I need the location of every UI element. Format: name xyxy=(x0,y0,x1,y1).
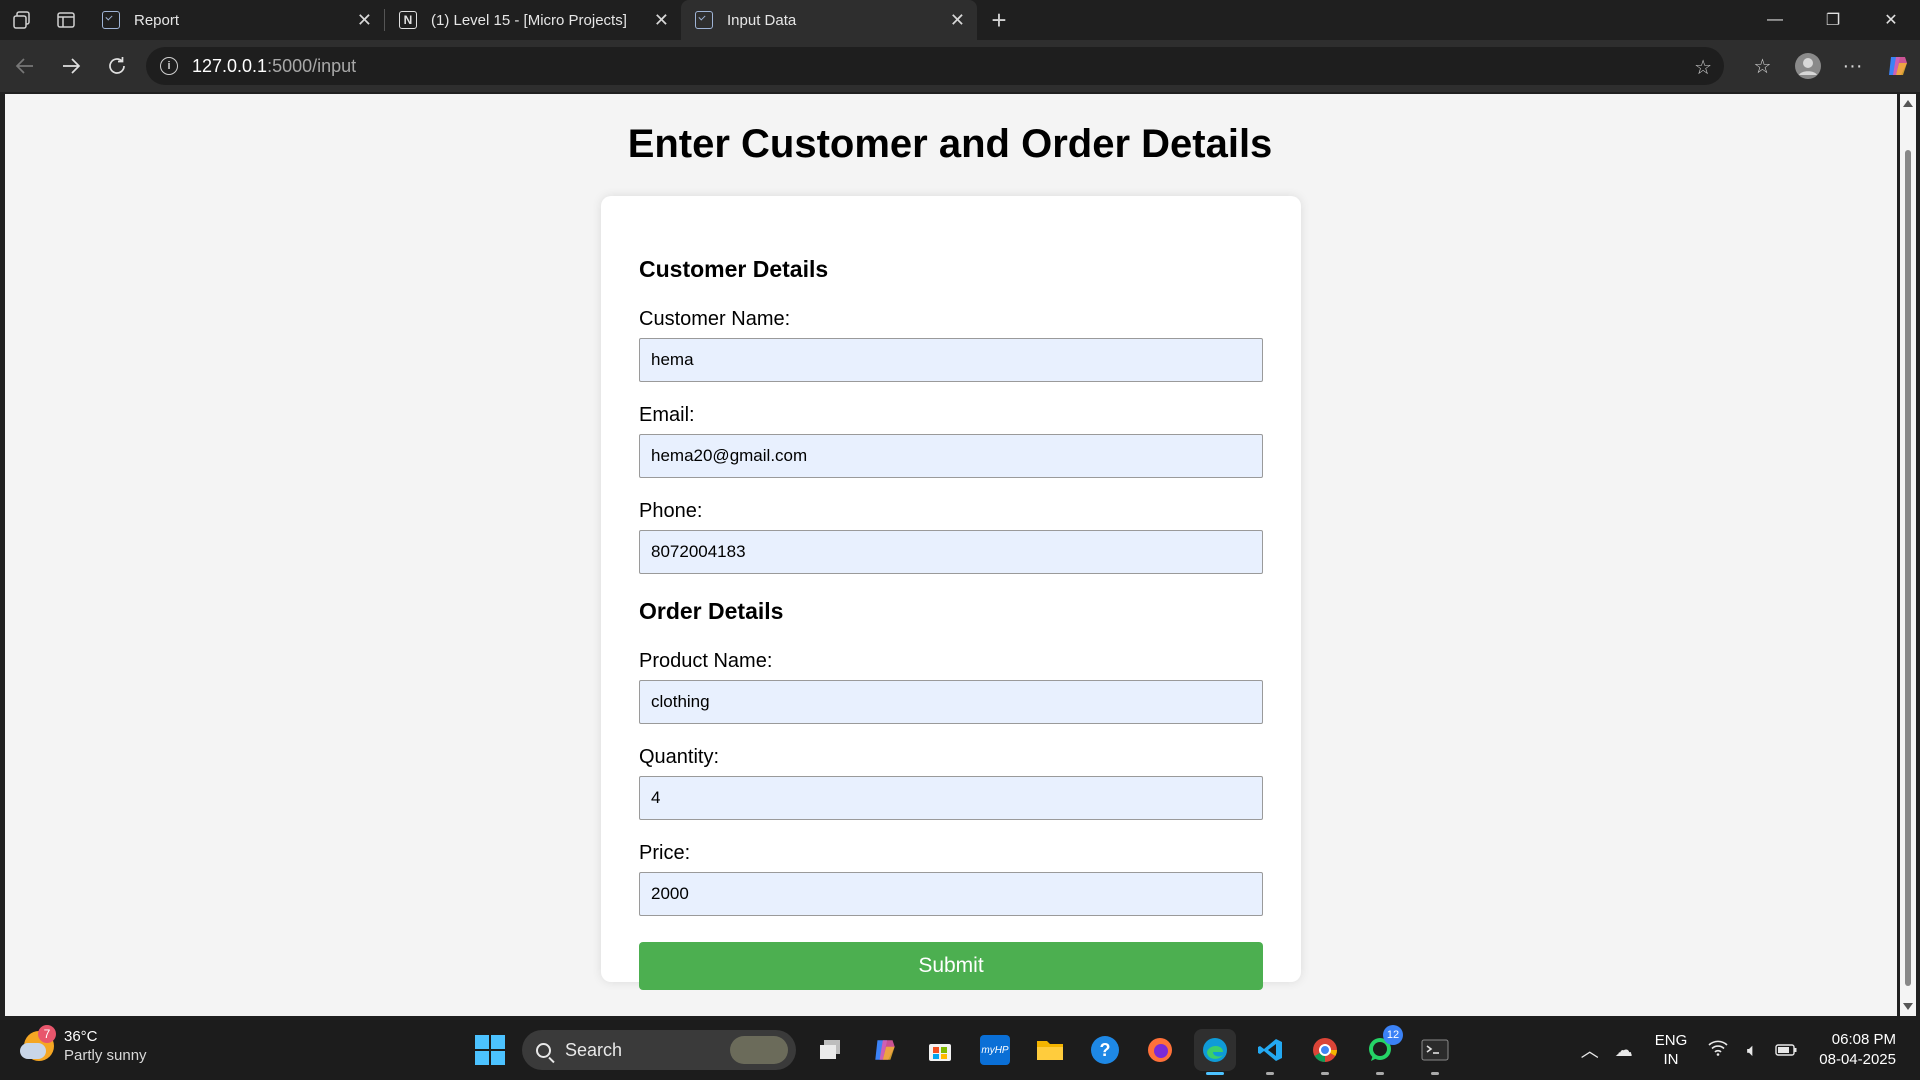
tab-report[interactable]: Report ✕ xyxy=(88,0,384,40)
quantity-label: Quantity: xyxy=(639,746,720,768)
partly-sunny-icon: 7 xyxy=(20,1025,56,1061)
terminal-icon xyxy=(102,11,120,29)
close-icon[interactable]: ✕ xyxy=(950,10,965,31)
microsoft-store-icon[interactable] xyxy=(919,1029,961,1071)
customer-name-input[interactable] xyxy=(639,338,1263,382)
url-host: 127.0.0.1 xyxy=(192,55,268,76)
weather-badge: 7 xyxy=(38,1025,56,1043)
clock[interactable]: 06:08 PM 08-04-2025 xyxy=(1819,1030,1896,1070)
wifi-icon[interactable] xyxy=(1701,1040,1735,1061)
phone-label: Phone: xyxy=(639,500,703,522)
favorite-star-icon[interactable]: ☆ xyxy=(1694,55,1712,80)
temperature: 36°C xyxy=(64,1028,98,1045)
chevron-up-icon[interactable]: ︿ xyxy=(1573,1037,1607,1063)
task-view-icon[interactable] xyxy=(809,1029,851,1071)
browser-titlebar: Report ✕ N (1) Level 15 - [Micro Project… xyxy=(0,0,1920,40)
page-title: Enter Customer and Order Details xyxy=(627,122,1273,166)
page-viewport: Enter Customer and Order Details Custome… xyxy=(5,94,1897,1016)
language-indicator[interactable]: ENG IN xyxy=(1655,1031,1688,1069)
whatsapp-icon[interactable]: 12 xyxy=(1359,1025,1403,1075)
favorites-icon[interactable]: ☆ xyxy=(1740,46,1785,86)
page-scrollbar[interactable] xyxy=(1900,94,1916,1016)
scrollbar-thumb[interactable] xyxy=(1905,150,1911,986)
refresh-icon[interactable] xyxy=(94,46,140,86)
site-info-icon[interactable]: i xyxy=(160,57,178,75)
tab-title: (1) Level 15 - [Micro Projects] xyxy=(431,11,627,29)
order-section-title: Order Details xyxy=(639,598,784,624)
search-label: Search xyxy=(565,1039,623,1060)
product-name-label: Product Name: xyxy=(639,650,773,672)
address-toolbar: i 127.0.0.1:5000/input ☆ ☆ ··· xyxy=(0,40,1920,92)
back-icon[interactable] xyxy=(2,46,48,86)
url-path: :5000/input xyxy=(267,55,357,76)
taskbar-search[interactable]: Search xyxy=(522,1030,796,1070)
customer-section-title: Customer Details xyxy=(639,256,829,282)
running-indicator xyxy=(1376,1072,1384,1075)
terminal-icon xyxy=(695,11,713,29)
quantity-input[interactable] xyxy=(639,776,1263,820)
profile-icon[interactable] xyxy=(1785,46,1830,86)
running-indicator xyxy=(1321,1072,1329,1075)
close-window-icon[interactable]: ✕ xyxy=(1862,0,1920,40)
copilot-icon[interactable] xyxy=(1875,46,1920,86)
tab-title: Report xyxy=(134,11,180,29)
new-tab-icon[interactable]: + xyxy=(977,0,1021,40)
more-options-icon[interactable]: ··· xyxy=(1830,46,1875,86)
vscode-icon[interactable] xyxy=(1249,1029,1291,1075)
url-bar[interactable]: i 127.0.0.1:5000/input ☆ xyxy=(146,47,1724,85)
minimize-icon[interactable]: — xyxy=(1746,0,1804,40)
workspaces-icon[interactable] xyxy=(0,0,44,40)
copilot-app-icon[interactable] xyxy=(864,1029,906,1071)
close-icon[interactable]: ✕ xyxy=(654,10,669,31)
tab-level-15[interactable]: N (1) Level 15 - [Micro Projects] ✕ xyxy=(385,0,681,40)
clock-time: 06:08 PM xyxy=(1831,1031,1896,1048)
submit-button[interactable]: Submit xyxy=(639,942,1263,990)
system-tray: ︿ ☁ ENG IN 🔈︎ 06:08 PM 08-04-2025 xyxy=(1573,1020,1920,1080)
windows-start-icon[interactable] xyxy=(468,1028,512,1072)
volume-icon[interactable]: 🔈︎ xyxy=(1735,1040,1769,1061)
firefox-icon[interactable] xyxy=(1139,1029,1181,1071)
chrome-icon[interactable] xyxy=(1304,1029,1346,1075)
language-code: ENG xyxy=(1654,1032,1688,1049)
scroll-down-icon[interactable] xyxy=(1903,1003,1913,1010)
email-input[interactable] xyxy=(639,434,1263,478)
price-input[interactable] xyxy=(639,872,1263,916)
search-icon xyxy=(536,1042,551,1058)
notion-icon: N xyxy=(399,11,417,29)
weather-widget[interactable]: 7 36°C Partly sunny xyxy=(20,1025,147,1064)
forward-icon[interactable] xyxy=(48,46,94,86)
whatsapp-badge: 12 xyxy=(1383,1025,1403,1045)
scroll-up-icon[interactable] xyxy=(1903,100,1913,107)
get-help-icon[interactable]: ? xyxy=(1084,1029,1126,1071)
hp-app-icon[interactable]: myHP xyxy=(974,1029,1016,1071)
edge-icon[interactable] xyxy=(1194,1029,1236,1075)
close-icon[interactable]: ✕ xyxy=(357,10,372,31)
clock-date: 08-04-2025 xyxy=(1819,1051,1896,1068)
vertical-tabs-icon[interactable] xyxy=(44,0,88,40)
terminal-app-icon[interactable] xyxy=(1414,1029,1456,1075)
onedrive-icon[interactable]: ☁ xyxy=(1607,1040,1641,1061)
active-indicator xyxy=(1206,1072,1224,1075)
running-indicator xyxy=(1431,1072,1439,1075)
tab-title: Input Data xyxy=(727,11,797,29)
order-form-card: Customer Details Customer Name: Email: P… xyxy=(601,196,1301,990)
product-name-input[interactable] xyxy=(639,680,1263,724)
price-label: Price: xyxy=(639,842,691,864)
file-explorer-icon[interactable] xyxy=(1029,1029,1071,1071)
restore-icon[interactable]: ❐ xyxy=(1804,0,1862,40)
phone-input[interactable] xyxy=(639,530,1263,574)
windows-taskbar: 7 36°C Partly sunny Search myHP ? 12 ︿ ☁… xyxy=(0,1020,1920,1080)
running-indicator xyxy=(1266,1072,1274,1075)
search-highlight-image xyxy=(730,1036,788,1064)
region-code: IN xyxy=(1663,1051,1679,1068)
weather-condition: Partly sunny xyxy=(64,1047,147,1064)
customer-name-label: Customer Name: xyxy=(639,308,791,330)
battery-icon[interactable] xyxy=(1769,1040,1803,1061)
email-label: Email: xyxy=(639,404,695,426)
tab-input-data[interactable]: Input Data ✕ xyxy=(681,0,977,40)
